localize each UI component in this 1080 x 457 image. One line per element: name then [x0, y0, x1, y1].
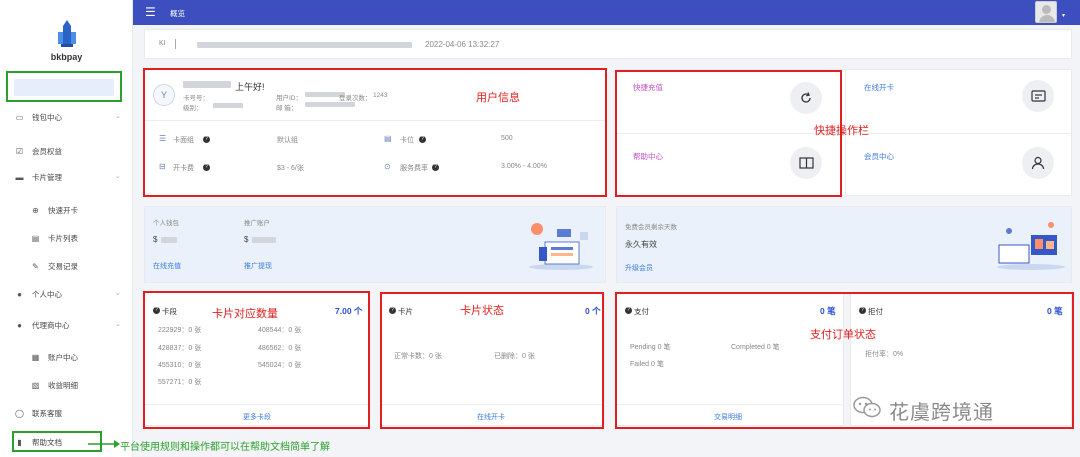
sidebar-item-label: 联系客服	[32, 408, 62, 418]
sidebar-item-1[interactable]: ▭ 钱包中心	[14, 109, 62, 125]
card-icon: ▬	[15, 172, 24, 182]
sidebar-item-6[interactable]: ✎ 交易记录	[30, 258, 78, 274]
sidebar-item-label: 个人中心	[32, 289, 62, 299]
personal-balance	[161, 237, 177, 243]
annotation-user-info: 用户信息	[476, 92, 520, 104]
user-icon: ●	[17, 289, 22, 299]
member-days-label: 免费会员剩余天数	[625, 224, 677, 231]
chevron-down-icon[interactable]: ⌄	[115, 320, 121, 328]
wallet-illustration	[529, 223, 593, 270]
recharge-link[interactable]: 在线充值	[153, 261, 181, 271]
annotation-card-status: 卡片状态	[460, 305, 504, 317]
annotation-pay-status: 支付订单状态	[810, 329, 876, 341]
annotation-quick-bar: 快捷操作栏	[814, 125, 869, 137]
card-list-icon: ▤	[31, 233, 40, 243]
sidebar-item-8[interactable]: ● 代理商中心	[14, 317, 70, 333]
sidebar-item-10[interactable]: ▧ 收益明细	[30, 377, 78, 393]
sidebar-item-7[interactable]: ● 个人中心	[14, 286, 62, 302]
upgrade-member-link[interactable]: 升级会员	[625, 263, 653, 273]
sidebar-item-9[interactable]: ▦ 账户中心	[30, 349, 78, 365]
sidebar-item-label: 交易记录	[48, 261, 78, 271]
sidebar: bkbpay ⌂概览▭钱包中心⌄☑会员权益▬卡片管理⌄⊕快速开卡▤卡片列表✎交易…	[0, 0, 133, 457]
sidebar-item-label: 账户中心	[48, 352, 78, 362]
sidebar-item-label: 快速开卡	[48, 205, 78, 215]
overview-active-bg	[14, 79, 114, 96]
wallet-icon: ▭	[15, 112, 24, 122]
agent-icon: ●	[17, 320, 22, 330]
sidebar-item-label: 会员权益	[32, 146, 62, 156]
sidebar-item-label: 卡片管理	[32, 172, 62, 182]
notice-text	[197, 42, 412, 48]
highlight-user-info	[143, 68, 607, 197]
member-center-link[interactable]: 会员中心	[864, 151, 894, 162]
sidebar-item-label: 卡片列表	[48, 233, 78, 243]
service-icon: ◯	[15, 408, 24, 418]
id-card-icon[interactable]	[1022, 80, 1054, 112]
notice-timestamp: 2022-04-06 13:32:27	[425, 40, 500, 49]
annotation-help-note: 平台使用规则和操作都可以在帮助文档简单了解	[120, 442, 330, 453]
sidebar-item-label: 代理商中心	[32, 320, 70, 330]
sidebar-item-2[interactable]: ☑ 会员权益	[14, 143, 62, 159]
sidebar-item-label: 收益明细	[48, 380, 78, 390]
sidebar-item-11[interactable]: ◯ 联系客服	[14, 405, 62, 421]
notice-icon: KI	[159, 40, 166, 47]
watermark-text: 花虞跨境通	[889, 402, 994, 424]
wechat-icon	[853, 396, 881, 418]
person-icon[interactable]	[1022, 147, 1054, 179]
sidebar-item-label: 钱包中心	[32, 112, 62, 122]
chevron-down-icon[interactable]: ⌄	[115, 172, 121, 180]
annotation-card-count: 卡片对应数量	[212, 308, 278, 320]
arrow-icon	[88, 440, 120, 448]
sidebar-item-3[interactable]: ▬ 卡片管理	[14, 169, 63, 185]
member-illustration	[997, 222, 1065, 270]
chevron-down-icon[interactable]: ⌄	[115, 112, 121, 120]
sidebar-item-5[interactable]: ▤ 卡片列表	[30, 230, 78, 246]
balance-card: 个人钱包 推广账户 $ $ 在线充值 推广提现	[144, 206, 606, 283]
withdraw-link[interactable]: 推广提现	[244, 261, 272, 271]
chevron-down-icon[interactable]: ⌄	[115, 289, 121, 297]
menu-icon[interactable]: ☰	[145, 5, 156, 19]
record-icon: ✎	[32, 261, 39, 271]
income-icon: ▧	[31, 380, 40, 390]
top-bar: ☰ 概览	[133, 0, 1080, 25]
page-title: 概览	[170, 9, 185, 18]
agent-balance	[252, 237, 276, 243]
chevron-down-icon[interactable]: ▾	[1062, 12, 1065, 19]
brand-name: bkbpay	[50, 52, 83, 62]
account-icon: ▦	[31, 352, 40, 362]
sidebar-item-4[interactable]: ⊕ 快速开卡	[30, 202, 78, 218]
vip-icon: ☑	[15, 146, 24, 156]
notice-bar: KI 2022-04-06 13:32:27	[144, 29, 1072, 59]
avatar[interactable]	[1035, 1, 1057, 23]
quick-card-icon: ⊕	[32, 205, 39, 215]
online-open-card-link[interactable]: 在线开卡	[864, 82, 894, 93]
member-days-value: 永久有效	[625, 240, 657, 249]
member-card: 免费会员剩余天数 永久有效 升级会员	[616, 206, 1072, 283]
highlight-quick-actions	[615, 70, 842, 197]
highlight-payment-status	[615, 292, 1074, 429]
